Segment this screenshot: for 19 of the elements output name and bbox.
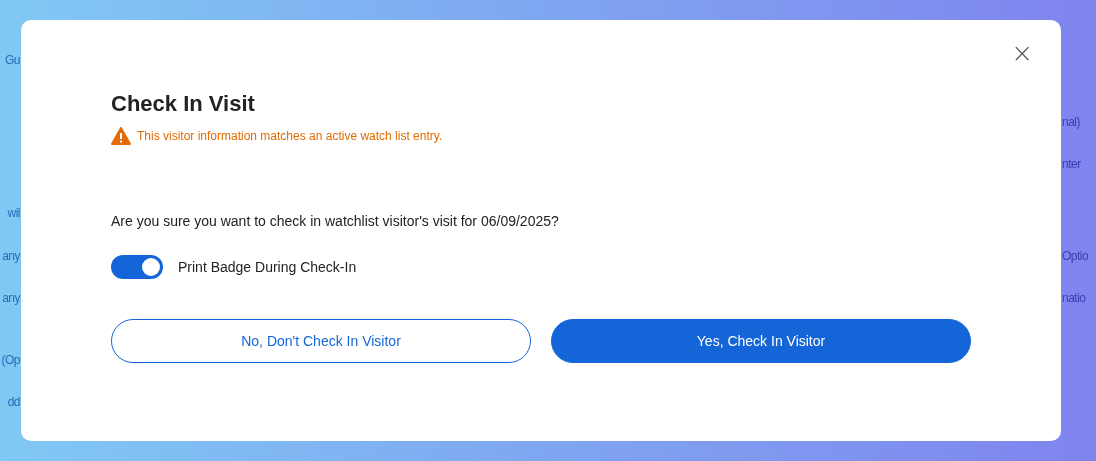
background-text: Optio — [1061, 248, 1089, 265]
background-text: Gu — [5, 52, 21, 69]
background-text: nter — [1061, 156, 1081, 173]
background-text: any — [2, 248, 21, 265]
warning-message: This visitor information matches an active watch list entry. — [137, 129, 443, 143]
dialog-title: Check In Visit — [111, 90, 256, 118]
background-text: natio — [1061, 290, 1086, 307]
background-text: wil — [7, 205, 21, 222]
toggle-label: Print Badge During Check-In — [178, 259, 357, 275]
background-text: dd — [7, 394, 21, 411]
confirmation-question: Are you sure you want to check in watchlist visitor's visit for 06/09/2025? — [111, 213, 560, 229]
confirm-button[interactable]: Yes, Check In Visitor — [551, 319, 971, 363]
background-text: (Op — [1, 352, 21, 369]
background-text: any — [2, 290, 21, 307]
warning-icon — [111, 127, 131, 145]
close-button[interactable]: × — [1007, 40, 1037, 66]
print-badge-toggle[interactable] — [111, 255, 163, 279]
background-text: nal) — [1061, 114, 1080, 131]
cancel-button[interactable]: No, Don't Check In Visitor — [111, 319, 531, 363]
